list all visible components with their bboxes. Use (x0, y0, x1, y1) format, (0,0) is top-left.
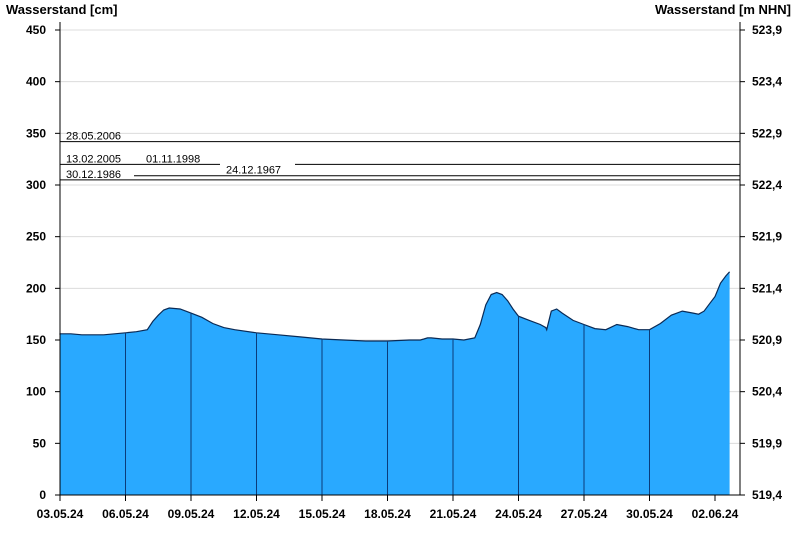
y-tick-label-right: 520,9 (752, 333, 782, 347)
reference-label: 28.05.2006 (66, 131, 121, 143)
x-tick-label: 09.05.24 (168, 507, 215, 521)
water-level-chart: 28.05.2006 13.02.2005 01.11.1998 24.12.1967… (26, 22, 782, 521)
y-tick-label-left: 0 (39, 488, 46, 502)
x-tick-label: 27.05.24 (561, 507, 608, 521)
y-tick-label-left: 450 (26, 23, 46, 37)
y-tick-label-right: 521,9 (752, 230, 782, 244)
x-tick-label: 24.05.24 (495, 507, 542, 521)
y-tick-label-left: 150 (26, 333, 46, 347)
x-tick-label: 15.05.24 (299, 507, 346, 521)
x-tick-label: 06.05.24 (102, 507, 149, 521)
reference-label: 01.11.1998 (146, 153, 200, 165)
y-tick-label-left: 250 (26, 230, 46, 244)
reference-label: 30.12.1986 (66, 169, 121, 181)
y-tick-label-right: 523,4 (752, 75, 782, 89)
x-tick-label: 18.05.24 (364, 507, 411, 521)
y-tick-label-right: 521,4 (752, 281, 782, 295)
x-tick-label: 03.05.24 (37, 507, 84, 521)
y-tick-label-right: 522,9 (752, 126, 782, 140)
reference-label: 13.02.2005 (66, 153, 121, 165)
reference-label: 24.12.1967 (226, 165, 281, 177)
y-tick-label-right: 522,4 (752, 178, 782, 192)
y-tick-label-right: 519,4 (752, 488, 782, 502)
y-tick-label-left: 50 (33, 436, 47, 450)
y-tick-label-right: 523,9 (752, 23, 782, 37)
y-tick-label-left: 100 (26, 385, 46, 399)
x-tick-label: 02.06.24 (692, 507, 739, 521)
y-tick-label-left: 200 (26, 281, 46, 295)
y-tick-label-right: 520,4 (752, 385, 782, 399)
y-tick-label-left: 400 (26, 75, 46, 89)
y-tick-label-right: 519,9 (752, 436, 782, 450)
y-tick-label-left: 350 (26, 126, 46, 140)
y-tick-label-left: 300 (26, 178, 46, 192)
x-tick-label: 12.05.24 (233, 507, 280, 521)
x-tick-label: 30.05.24 (626, 507, 673, 521)
water-level-area (60, 271, 730, 495)
x-tick-label: 21.05.24 (430, 507, 477, 521)
